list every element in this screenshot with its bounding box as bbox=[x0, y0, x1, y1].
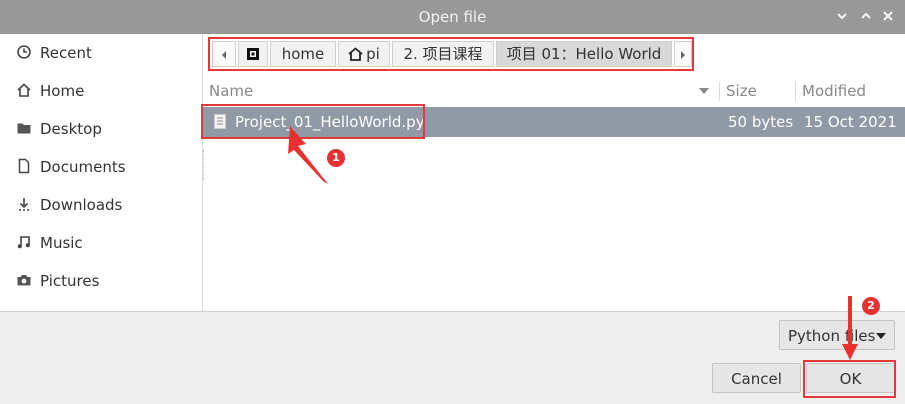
music-icon bbox=[17, 236, 30, 249]
highlight-box-ok bbox=[803, 360, 896, 398]
sort-down-icon bbox=[699, 88, 709, 94]
path-root-button[interactable] bbox=[238, 41, 268, 67]
minimize-icon[interactable] bbox=[835, 9, 849, 23]
path-scroll-right-button[interactable] bbox=[674, 41, 692, 67]
sidebar-item-label: Recent bbox=[40, 44, 92, 62]
arrow-icon bbox=[288, 126, 328, 184]
column-header-modified[interactable]: Modified bbox=[802, 75, 902, 107]
places-sidebar: Recent Home Desktop Documents Downloads … bbox=[0, 34, 203, 311]
camera-icon bbox=[17, 275, 31, 286]
window-title: Open file bbox=[418, 8, 487, 26]
cancel-button[interactable]: Cancel bbox=[712, 363, 801, 393]
path-segment-home[interactable]: home bbox=[270, 41, 336, 67]
sidebar-item-desktop[interactable]: Desktop bbox=[16, 117, 102, 141]
chevron-left-icon bbox=[222, 51, 226, 59]
download-icon bbox=[19, 198, 29, 211]
path-bar: home pi 2. 项目课程 项目 01：Hello World bbox=[208, 37, 694, 71]
dialog-footer: Python files Cancel OK bbox=[0, 311, 905, 404]
home-icon bbox=[17, 83, 31, 97]
sidebar-item-label: Downloads bbox=[40, 196, 123, 214]
column-header-label: Name bbox=[209, 82, 254, 100]
column-divider bbox=[719, 81, 720, 101]
arrow-down-icon bbox=[842, 296, 858, 360]
chevron-right-icon bbox=[681, 51, 685, 59]
folder-icon bbox=[17, 123, 31, 134]
file-size: 50 bytes bbox=[728, 113, 794, 131]
file-type-filter[interactable]: Python files bbox=[779, 320, 895, 350]
path-segment-label: pi bbox=[366, 45, 380, 63]
step-badge-1: 1 bbox=[327, 149, 345, 167]
sidebar-item-label: Home bbox=[40, 82, 85, 100]
file-modified: 15 Oct 2021 bbox=[804, 113, 897, 131]
path-segment-course[interactable]: 2. 项目课程 bbox=[392, 41, 494, 67]
path-segment-pi[interactable]: pi bbox=[338, 41, 390, 67]
step-badge-2: 2 bbox=[862, 297, 880, 315]
filter-label: Python files bbox=[788, 327, 876, 345]
sidebar-item-label: Music bbox=[40, 234, 83, 252]
sidebar-item-documents[interactable]: Documents bbox=[16, 155, 126, 179]
column-header-name[interactable]: Name bbox=[209, 75, 714, 107]
sidebar-item-label: Pictures bbox=[40, 272, 100, 290]
path-scroll-left-button[interactable] bbox=[212, 41, 236, 67]
column-header-size[interactable]: Size bbox=[726, 75, 792, 107]
sidebar-item-downloads[interactable]: Downloads bbox=[16, 193, 122, 217]
clock-icon bbox=[17, 45, 31, 59]
column-divider bbox=[795, 81, 796, 101]
resize-handle[interactable] bbox=[203, 150, 205, 180]
sidebar-item-label: Desktop bbox=[40, 120, 102, 138]
sidebar-item-pictures[interactable]: Pictures bbox=[16, 269, 99, 293]
drive-icon bbox=[247, 48, 259, 60]
sidebar-item-recent[interactable]: Recent bbox=[16, 41, 92, 65]
path-segment-current[interactable]: 项目 01：Hello World bbox=[496, 41, 672, 67]
close-icon[interactable] bbox=[881, 9, 895, 23]
title-bar: Open file bbox=[0, 0, 905, 34]
sidebar-item-label: Documents bbox=[40, 158, 126, 176]
home-icon bbox=[348, 47, 363, 61]
maximize-icon[interactable] bbox=[859, 9, 873, 23]
sidebar-item-music[interactable]: Music bbox=[16, 231, 83, 255]
chevron-down-icon bbox=[876, 333, 886, 339]
sidebar-item-home[interactable]: Home bbox=[16, 79, 84, 103]
document-icon bbox=[18, 158, 30, 174]
